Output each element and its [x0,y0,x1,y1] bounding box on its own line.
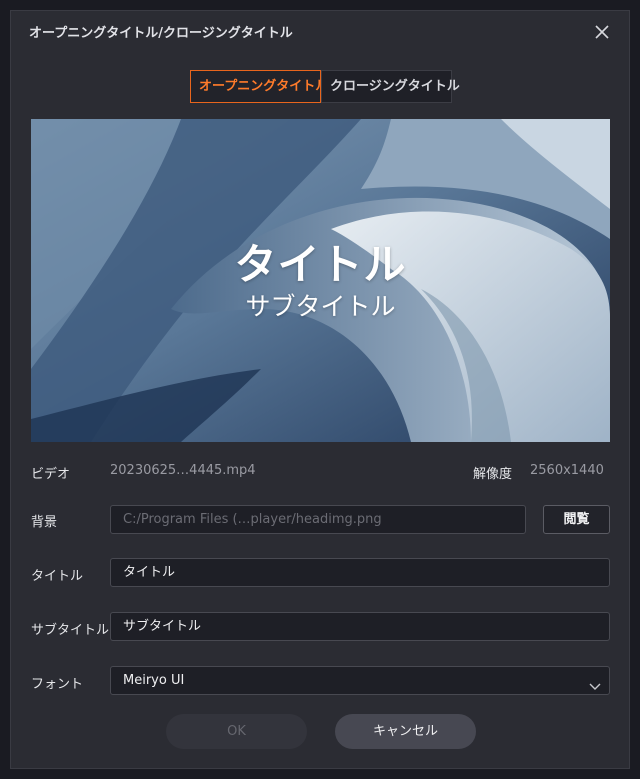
preview-subtitle-text: サブタイトル [245,292,396,321]
title-bar: オープニングタイトル/クロージングタイトル [11,11,629,53]
browse-button[interactable]: 閲覧 [543,505,610,534]
video-filename: 20230625…4445.mp4 [110,463,256,478]
dialog-title: オープニングタイトル/クロージングタイトル [29,26,293,41]
tab-opening-title[interactable]: オープニングタイトル [190,70,328,103]
title-type-tabs: オープニングタイトル クロージングタイトル [190,70,460,103]
font-select-value: Meiryo UI [123,673,185,688]
cancel-button[interactable]: キャンセル [335,714,476,749]
resolution-value: 2560x1440 [530,463,604,478]
font-select[interactable]: Meiryo UI [110,666,610,695]
background-label: 背景 [31,515,58,530]
preview-title-text: タイトル [234,240,407,289]
resolution-label: 解像度 [473,467,513,482]
ok-button[interactable]: OK [166,714,307,749]
title-input[interactable]: タイトル [110,558,610,587]
title-label: タイトル [31,569,84,584]
chevron-down-icon[interactable] [589,675,601,690]
title-preview: タイトル サブタイトル [31,119,610,442]
subtitle-input[interactable]: サブタイトル [110,612,610,641]
font-label: フォント [31,677,84,692]
subtitle-label: サブタイトル [31,623,110,638]
tab-closing-title[interactable]: クロージングタイトル [321,70,460,103]
close-icon[interactable] [593,23,611,41]
video-label: ビデオ [31,467,71,482]
background-path-field: C:/Program Files (…player/headimg.png [110,505,526,534]
dialog-window: オープニングタイトル/クロージングタイトル オープニングタイトル クロージングタ… [10,10,630,769]
